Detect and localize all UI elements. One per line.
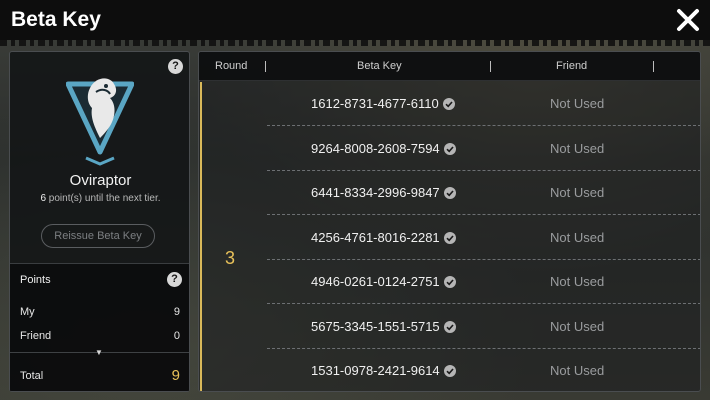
check-circle-icon [443,142,456,155]
beta-key-text: 6441-8334-2996-9847 [311,185,440,200]
points-row-value: 9 [173,306,180,318]
points-row-my: My 9 [20,306,180,318]
friend-status: Not Used [550,274,605,289]
round-indicator-bar [200,82,202,391]
friend-status: Not Used [550,229,605,245]
dinosaur-name: Oviraptor [69,172,132,189]
table-row: 5675-3345-1551-5715 Not Used [267,305,700,349]
points-total-label: Total [20,370,44,382]
beta-key-cell[interactable]: 6441-8334-2996-9847 [311,185,456,200]
column-header-friend: Friend [556,60,588,72]
beta-key-cell[interactable]: 1531-0978-2421-9614 [311,363,456,378]
friend-status: Not Used [550,96,605,111]
points-row-value: 0 [173,330,180,342]
points-row-label: My [20,306,35,318]
column-header-round: Round [215,60,248,72]
table-header: Round Beta Key Friend [199,52,700,81]
beta-key-table: Round Beta Key Friend 3 1612-8731-4677-6… [198,51,701,392]
friend-status: Not Used [550,363,605,378]
help-icon[interactable]: ? [168,59,183,74]
beta-key-text: 4256-4761-8016-2281 [311,229,440,245]
points-row-friend: Friend 0 [20,330,180,342]
check-circle-icon [443,187,456,199]
beta-key-cell[interactable]: 1612-8731-4677-6110 [311,96,455,111]
beta-key-cell[interactable]: 5675-3345-1551-5715 [311,319,456,334]
check-circle-icon [443,320,456,333]
friend-status: Not Used [550,185,605,200]
points-row-total: Total 9 [20,367,180,384]
table-row: 9264-8008-2608-7594 Not Used [267,127,700,171]
beta-key-text: 9264-8008-2608-7594 [311,140,440,156]
divider [490,61,491,72]
points-total-value: 9 [171,367,180,384]
beta-key-text: 1531-0978-2421-9614 [311,363,440,378]
column-header-beta-key: Beta Key [357,60,402,72]
beta-key-cell[interactable]: 9264-8008-2608-7594 [311,141,456,156]
table-row: 1531-0978-2421-9614 Not Used [267,349,700,391]
divider [653,61,654,72]
tier-panel: ? Oviraptor 6 point(s) until the next ti… [9,51,190,392]
beta-key-cell[interactable]: 4946-0261-0124-2751 [311,274,456,289]
check-circle-icon [443,231,456,244]
friend-status: Not Used [550,318,605,334]
divider [265,61,266,72]
check-circle-icon [443,276,456,288]
beta-key-cell[interactable]: 4256-4761-8016-2281 [311,230,456,245]
check-circle-icon [443,365,456,377]
beta-key-text: 4946-0261-0124-2751 [311,274,440,289]
chevron-down-icon[interactable]: ▼ [95,348,103,357]
beta-key-text: 1612-8731-4677-6110 [311,96,439,111]
tier-progress-text: 6 point(s) until the next tier. [10,193,191,204]
points-summary: Points ? My 9 Friend 0 ▼ Total 9 [10,263,189,391]
points-row-label: Friend [20,330,52,342]
close-icon[interactable] [676,8,700,32]
title-bar: Beta Key [0,0,710,46]
points-heading: Points [20,274,51,286]
beta-key-text: 5675-3345-1551-5715 [311,318,440,334]
page-title: Beta Key [11,8,101,31]
table-row: 4256-4761-8016-2281 Not Used [267,216,700,260]
check-circle-icon [442,98,455,110]
reissue-beta-key-button[interactable]: Reissue Beta Key [41,224,155,248]
friend-status: Not Used [550,140,605,156]
points-help-icon[interactable]: ? [167,272,182,287]
points-needed-label: point(s) until the next tier. [46,193,161,204]
table-row: 6441-8334-2996-9847 Not Used [267,171,700,215]
round-number: 3 [225,248,236,268]
table-row: 4946-0261-0124-2751 Not Used [267,260,700,304]
tier-emblem-icon [66,78,134,166]
table-row: 1612-8731-4677-6110 Not Used [267,82,700,126]
